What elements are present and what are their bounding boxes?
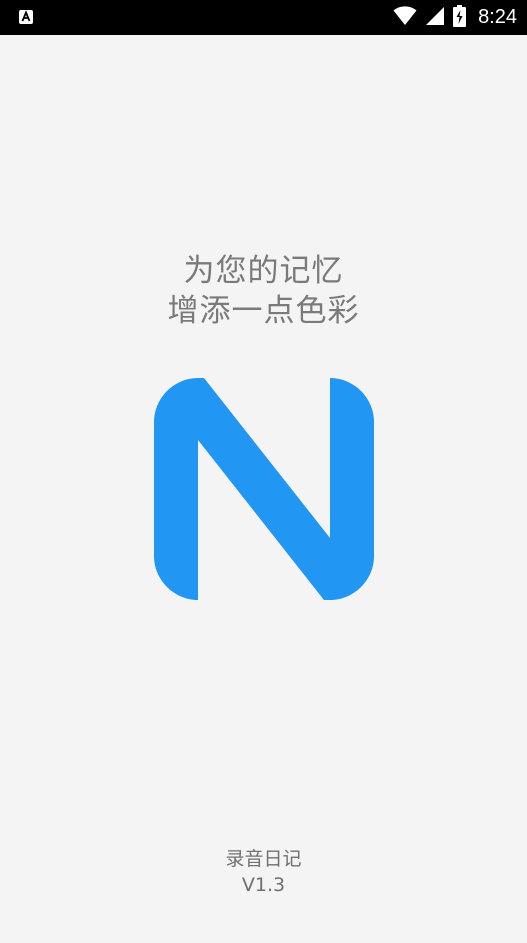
logo-right-stroke <box>330 378 374 600</box>
a-icon <box>18 9 34 25</box>
tagline-line-1: 为您的记忆 <box>183 253 344 289</box>
tagline-line-2: 增添一点色彩 <box>167 293 360 329</box>
app-logo <box>154 378 374 600</box>
battery-charging-icon <box>453 4 467 31</box>
app-version: V1.3 <box>241 874 286 896</box>
status-bar: 8:24 <box>0 0 527 35</box>
status-icons: 8:24 <box>393 0 517 35</box>
signal-icon <box>425 6 445 30</box>
app-name: 录音日记 <box>225 848 302 870</box>
logo-diagonal-stroke <box>198 378 330 600</box>
logo-left-stroke <box>154 378 198 600</box>
wifi-icon <box>393 5 417 30</box>
status-time: 8:24 <box>478 6 517 28</box>
